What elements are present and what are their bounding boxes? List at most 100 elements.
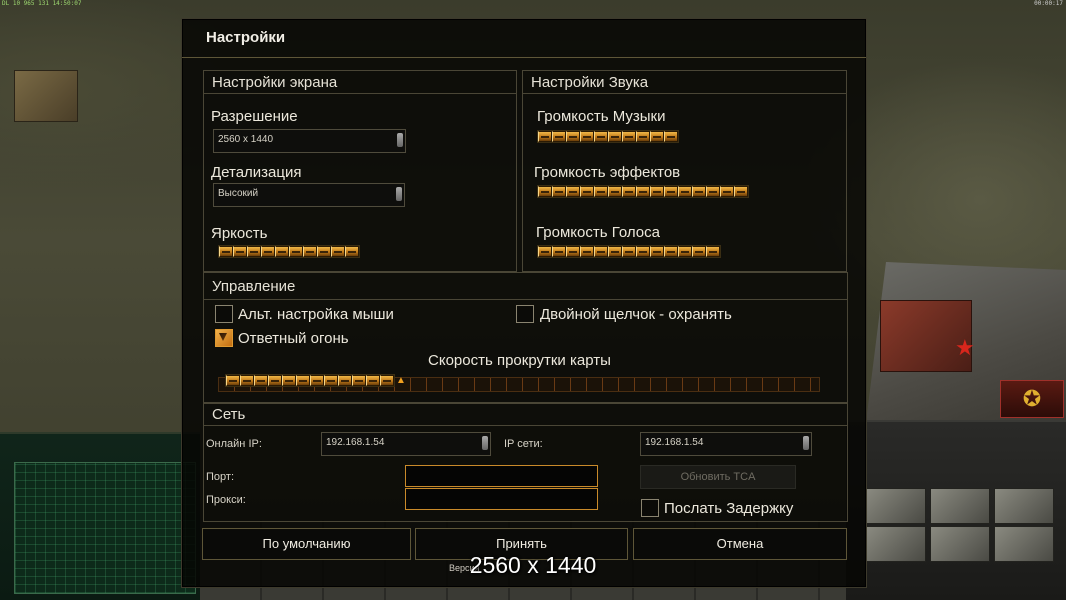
slider-segment <box>664 131 678 142</box>
voice-volume-label: Громкость Голоса <box>536 224 660 241</box>
slider-segment <box>268 375 282 386</box>
slider-segment <box>622 131 636 142</box>
slider-segment <box>538 186 552 197</box>
fps-readout: DL 10 965 131 14:50:07 <box>2 0 82 7</box>
detail-value: Высокий <box>218 188 259 199</box>
send-delay-checkbox[interactable] <box>641 499 659 517</box>
status-bar: DL 10 965 131 14:50:07 00:00:17 <box>0 0 1066 8</box>
network-ip-label: IP сети: <box>504 438 543 450</box>
send-delay-label: Послать Задержку <box>664 500 794 517</box>
slider-segment <box>233 246 247 257</box>
network-ip-value: 192.168.1.54 <box>645 437 704 448</box>
screen-settings-title: Настройки экрана <box>212 74 338 91</box>
update-tca-button[interactable]: Обновить TCA <box>640 465 796 489</box>
port-input[interactable] <box>405 465 598 487</box>
slider-segment <box>594 131 608 142</box>
slider-segment <box>566 131 580 142</box>
slider-segment <box>317 246 331 257</box>
slider-segment <box>608 131 622 142</box>
resolution-label: Разрешение <box>211 108 298 125</box>
alt-mouse-label: Альт. настройка мыши <box>238 306 394 323</box>
slider-segment <box>219 246 233 257</box>
slider-segment <box>352 375 366 386</box>
scroll-arrow-icon[interactable] <box>803 436 809 450</box>
slider-segment <box>303 246 317 257</box>
proxy-label: Прокси: <box>206 494 246 506</box>
slider-segment <box>261 246 275 257</box>
slider-segment <box>538 246 552 257</box>
double-click-guard-label: Двойной щелчок - охранять <box>540 306 732 323</box>
slider-segment <box>608 186 622 197</box>
slider-segment <box>678 246 692 257</box>
slider-segment <box>636 186 650 197</box>
slider-segment <box>664 186 678 197</box>
online-ip-dropdown[interactable]: 192.168.1.54 <box>321 432 491 456</box>
double-click-guard-checkbox[interactable] <box>516 305 534 323</box>
slider-segment <box>289 246 303 257</box>
scroll-arrow-icon[interactable] <box>482 436 488 450</box>
screen-settings-header: Настройки экрана <box>204 71 516 94</box>
slider-segment <box>552 131 566 142</box>
game-timer: 00:00:17 <box>1034 0 1063 7</box>
slider-segment <box>538 131 552 142</box>
effects-volume-label: Громкость эффектов <box>534 164 681 181</box>
brightness-slider[interactable] <box>218 245 360 258</box>
slider-segment <box>552 186 566 197</box>
dialog-title: Настройки <box>206 29 286 46</box>
music-volume-slider[interactable] <box>537 130 679 143</box>
slider-segment <box>331 246 345 257</box>
scroll-arrow-icon[interactable] <box>397 133 403 147</box>
slider-segment <box>692 186 706 197</box>
slider-segment <box>650 246 664 257</box>
slider-segment <box>310 375 324 386</box>
slider-thumb-icon[interactable]: ▲ <box>396 375 406 386</box>
slider-segment <box>366 375 380 386</box>
star-emblem-icon: ★ <box>955 335 975 360</box>
return-fire-checkbox[interactable] <box>215 329 233 347</box>
slider-segment <box>296 375 310 386</box>
resolution-value: 2560 x 1440 <box>218 134 274 145</box>
effects-volume-slider[interactable] <box>537 185 749 198</box>
slider-segment <box>636 131 650 142</box>
slider-segment <box>664 246 678 257</box>
network-title: Сеть <box>212 406 246 423</box>
resolution-dropdown[interactable]: 2560 x 1440 <box>213 129 406 153</box>
return-fire-label: Ответный огонь <box>238 330 349 347</box>
slider-segment <box>720 186 734 197</box>
building-left <box>14 70 78 122</box>
detail-dropdown[interactable]: Высокий <box>213 183 405 207</box>
slider-segment <box>226 375 240 386</box>
slider-segment <box>608 246 622 257</box>
slider-segment <box>566 186 580 197</box>
slider-segment <box>275 246 289 257</box>
alt-mouse-checkbox[interactable] <box>215 305 233 323</box>
slider-segment <box>594 186 608 197</box>
slider-segment <box>622 246 636 257</box>
voice-volume-slider[interactable] <box>537 245 721 258</box>
brightness-label: Яркость <box>211 225 268 242</box>
detail-label: Детализация <box>211 164 302 181</box>
sound-settings-header: Настройки Звука <box>523 71 846 94</box>
scroll-arrow-icon[interactable] <box>396 187 402 201</box>
online-ip-value: 192.168.1.54 <box>326 437 385 448</box>
slider-segment <box>240 375 254 386</box>
proxy-input[interactable] <box>405 488 598 510</box>
slider-segment <box>247 246 261 257</box>
slider-segment <box>580 246 594 257</box>
slider-segment <box>345 246 359 257</box>
controls-header: Управление <box>204 273 847 300</box>
slider-segment <box>580 131 594 142</box>
network-ip-dropdown[interactable]: 192.168.1.54 <box>640 432 812 456</box>
slider-segment <box>636 246 650 257</box>
build-slot <box>866 488 926 524</box>
music-volume-label: Громкость Музыки <box>537 108 666 125</box>
scroll-speed-slider[interactable] <box>225 374 395 387</box>
slider-segment <box>566 246 580 257</box>
online-ip-label: Онлайн IP: <box>206 438 262 450</box>
slider-segment <box>706 246 720 257</box>
slider-segment <box>706 186 720 197</box>
network-header: Сеть <box>204 403 847 426</box>
slider-segment <box>678 186 692 197</box>
slider-segment <box>650 186 664 197</box>
dialog-title-bar: Настройки <box>182 19 866 58</box>
